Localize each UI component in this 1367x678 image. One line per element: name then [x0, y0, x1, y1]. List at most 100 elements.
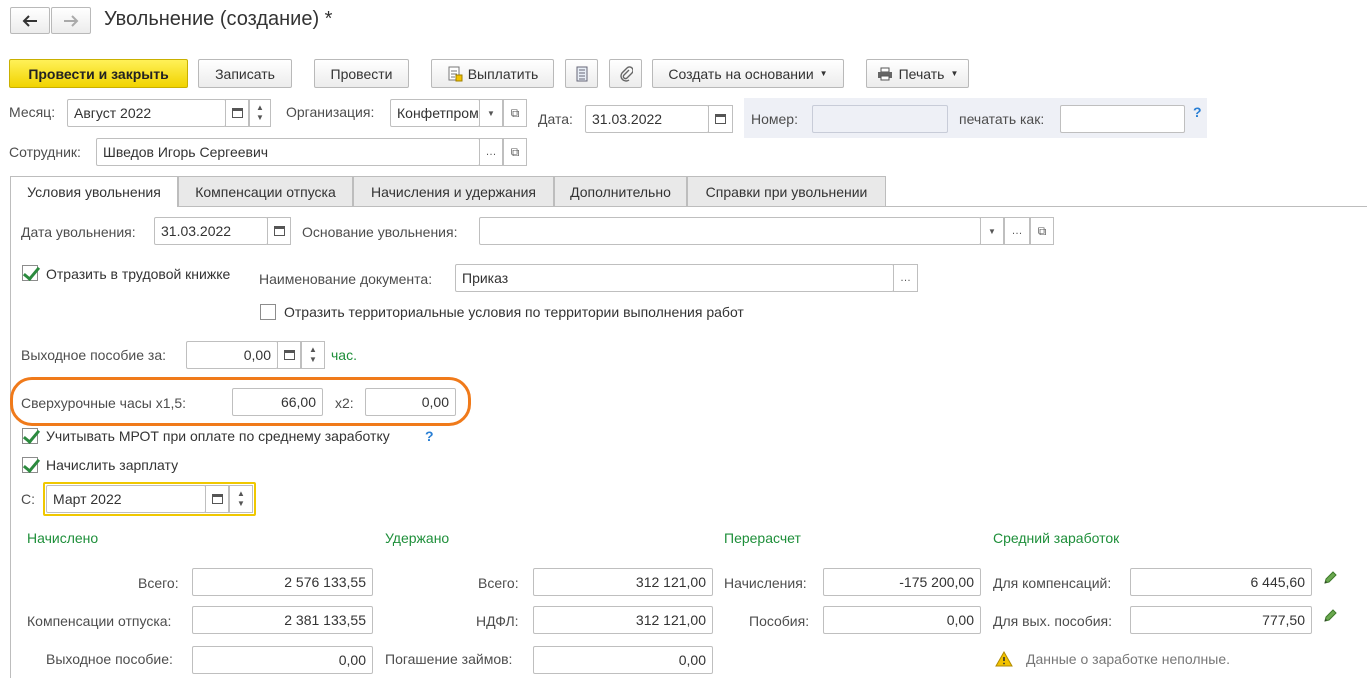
tab-dismissal-certificates[interactable]: Справки при увольнении — [687, 176, 886, 206]
date-label: Дата: — [538, 111, 573, 127]
avg-comp-value: 6 445,60 — [1130, 568, 1312, 596]
reason-dropdown-button[interactable]: ▼ — [980, 217, 1004, 245]
severance-unit: час. — [331, 347, 357, 363]
number-label: Номер: — [751, 111, 798, 127]
attach-button[interactable] — [609, 59, 642, 88]
dismissal-date-input[interactable]: 31.03.2022 — [154, 217, 268, 245]
mrot-help-icon[interactable]: ? — [425, 428, 434, 444]
print-button[interactable]: Печать ▼ — [866, 59, 969, 88]
labor-book-label: Отразить в трудовой книжке — [46, 266, 231, 282]
territorial-label: Отразить территориальные условия по терр… — [284, 304, 744, 320]
tab-accruals-deductions[interactable]: Начисления и удержания — [353, 176, 554, 206]
tab-additional[interactable]: Дополнительно — [554, 176, 687, 206]
mrot-checkbox[interactable] — [22, 428, 38, 444]
doc-name-select-button[interactable]: … — [893, 264, 918, 292]
tab-vacation-compensation[interactable]: Компенсации отпуска — [178, 176, 353, 206]
edit-pencil-icon[interactable] — [1322, 570, 1338, 589]
recalc-benefits-value: 0,00 — [823, 606, 981, 634]
overtime-label: Сверхурочные часы x1,5: — [21, 395, 187, 411]
create-based-on-button[interactable]: Создать на основании ▼ — [652, 59, 844, 88]
employee-input[interactable]: Шведов Игорь Сергеевич — [96, 138, 480, 166]
employee-label: Сотрудник: — [9, 144, 81, 160]
accrued-severance-value: 0,00 — [192, 646, 373, 674]
labor-book-checkbox[interactable] — [22, 265, 38, 281]
chevron-down-icon: ▼ — [988, 226, 996, 236]
calendar-icon — [715, 114, 726, 124]
from-stepper[interactable]: ▲ ▼ — [229, 485, 253, 513]
printer-icon — [877, 67, 892, 80]
post-and-close-button[interactable]: Провести и закрыть — [9, 59, 188, 88]
chevron-down-icon: ▼ — [487, 108, 495, 118]
dismissal-date-calendar-button[interactable] — [267, 217, 291, 245]
recalc-accruals-value: -175 200,00 — [823, 568, 981, 596]
print-as-input[interactable] — [1060, 105, 1185, 133]
doc-name-label: Наименование документа: — [259, 271, 433, 287]
territorial-checkbox[interactable] — [260, 304, 276, 320]
month-label: Месяц: — [9, 104, 56, 120]
arrow-right-icon — [64, 14, 79, 27]
report-button[interactable] — [565, 59, 598, 88]
organization-open-button[interactable]: ⧉ — [503, 99, 527, 127]
post-button[interactable]: Провести — [314, 59, 409, 88]
avg-sev-value: 777,50 — [1130, 606, 1312, 634]
accrue-salary-label: Начислить зарплату — [46, 457, 179, 473]
calculator-icon — [283, 350, 295, 360]
reason-input[interactable] — [479, 217, 981, 245]
employee-open-button[interactable]: ⧉ — [503, 138, 527, 166]
from-input[interactable]: Март 2022 — [46, 485, 206, 513]
edit-pencil-icon[interactable] — [1322, 608, 1338, 627]
create-based-label: Создать на основании — [668, 65, 814, 82]
month-calendar-button[interactable] — [225, 99, 249, 127]
date-calendar-button[interactable] — [708, 105, 733, 133]
open-window-icon: ⧉ — [510, 105, 520, 120]
back-button[interactable] — [10, 7, 50, 34]
number-input[interactable] — [812, 105, 948, 133]
save-button[interactable]: Записать — [198, 59, 292, 88]
from-calendar-button[interactable] — [205, 485, 229, 513]
tab-panel-border — [10, 206, 11, 678]
withheld-ndfl-value: 312 121,00 — [533, 606, 713, 634]
warning-icon — [995, 650, 1013, 670]
month-stepper[interactable]: ▲ ▼ — [249, 99, 271, 127]
severance-stepper[interactable]: ▲ ▼ — [301, 341, 325, 369]
employee-select-button[interactable]: … — [479, 138, 503, 166]
recalc-benefits-label: Пособия: — [749, 613, 810, 629]
doc-name-input[interactable]: Приказ — [455, 264, 894, 292]
overtime-15-input[interactable]: 66,00 — [232, 388, 323, 416]
from-label: С: — [21, 491, 35, 507]
tabs-baseline — [178, 206, 1367, 207]
mrot-label: Учитывать МРОТ при оплате по среднему за… — [46, 428, 390, 444]
month-input[interactable]: Август 2022 — [67, 99, 226, 127]
open-window-icon: ⧉ — [510, 144, 520, 159]
arrow-left-icon — [22, 14, 37, 27]
calendar-icon — [273, 226, 285, 236]
forward-button[interactable] — [51, 7, 91, 34]
tab-dismissal-conditions[interactable]: Условия увольнения — [10, 176, 178, 207]
severance-input[interactable]: 0,00 — [186, 341, 278, 369]
severance-calc-button[interactable] — [277, 341, 301, 369]
accrued-title: Начислено — [27, 530, 99, 546]
reason-label: Основание увольнения: — [302, 224, 458, 240]
pay-button[interactable]: Выплатить — [431, 59, 554, 88]
calendar-icon — [231, 108, 243, 118]
overtime-2-label: x2: — [335, 395, 354, 411]
organization-dropdown-button[interactable]: ▼ — [479, 99, 503, 127]
accrued-total-value: 2 576 133,55 — [192, 568, 373, 596]
reason-select-button[interactable]: … — [1004, 217, 1030, 245]
pay-icon — [448, 66, 463, 81]
recalc-accruals-label: Начисления: — [724, 575, 807, 591]
reason-open-button[interactable]: ⧉ — [1030, 217, 1054, 245]
print-label: Печать — [898, 65, 945, 82]
accrued-vacation-label: Компенсации отпуска: — [27, 613, 172, 629]
chevron-down-icon: ▼ — [819, 69, 828, 78]
date-input[interactable]: 31.03.2022 — [585, 105, 709, 133]
document-list-icon — [576, 66, 587, 81]
avg-title: Средний заработок — [993, 530, 1120, 546]
organization-input[interactable]: Конфетпром — [390, 99, 480, 127]
open-window-icon: ⧉ — [1037, 223, 1047, 238]
paperclip-icon — [619, 65, 633, 82]
chevron-down-icon: ▼ — [950, 69, 959, 78]
help-icon[interactable]: ? — [1193, 104, 1202, 120]
accrue-salary-checkbox[interactable] — [22, 457, 38, 473]
overtime-2-input[interactable]: 0,00 — [365, 388, 456, 416]
